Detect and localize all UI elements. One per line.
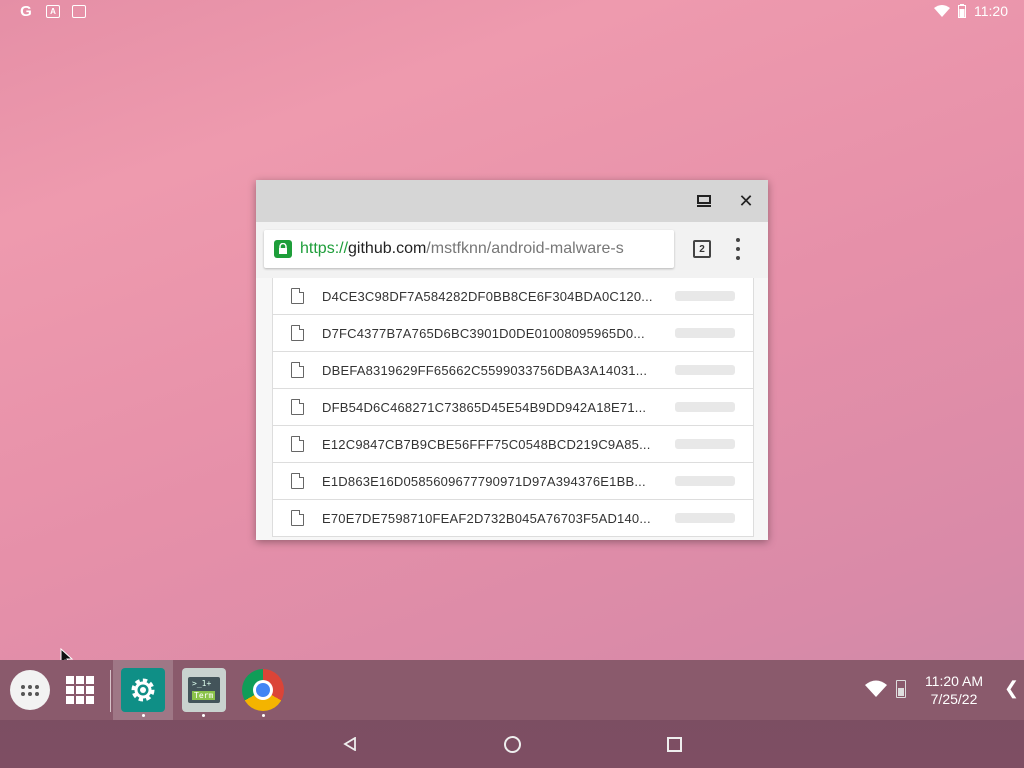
file-name-link[interactable]: D4CE3C98DF7A584282DF0BB8CE6F304BDA0C120.…	[322, 289, 653, 304]
back-button-icon[interactable]	[341, 735, 359, 753]
status-time: 11:20	[974, 3, 1008, 19]
url-host: github.com	[348, 240, 427, 257]
close-icon[interactable]: ✕	[736, 191, 756, 211]
file-name-link[interactable]: DBEFA8319629FF65662C5599033756DBA3A14031…	[322, 363, 647, 378]
commit-message-placeholder	[675, 476, 735, 486]
browser-toolbar: https://github.com/mstfknn/android-malwa…	[256, 222, 768, 279]
file-name-link[interactable]: DFB54D6C468271C73865D45E54B9DD942A18E71.…	[322, 400, 646, 415]
file-row[interactable]: DBEFA8319629FF65662C5599033756DBA3A14031…	[273, 352, 753, 389]
file-icon	[291, 325, 304, 341]
commit-message-placeholder	[675, 513, 735, 523]
browser-window: ✕ https://github.com/mstfknn/android-mal…	[256, 180, 768, 540]
address-bar[interactable]: https://github.com/mstfknn/android-malwa…	[264, 230, 674, 268]
file-name-link[interactable]: E12C9847CB7B9CBE56FFF75C0548BCD219C9A85.…	[322, 437, 651, 452]
file-icon	[291, 510, 304, 526]
file-row[interactable]: E1D863E16D0585609677790971D97A394376E1BB…	[273, 463, 753, 500]
text-icon: A	[46, 4, 60, 18]
tab-switcher-button[interactable]: 2	[693, 240, 711, 258]
url-scheme: https://	[300, 240, 349, 257]
chrome-app-icon[interactable]	[242, 669, 284, 711]
clock-date: 7/25/22	[930, 691, 978, 707]
battery-icon[interactable]	[896, 680, 906, 698]
file-row[interactable]: DFB54D6C468271C73865D45E54B9DD942A18E71.…	[273, 389, 753, 426]
more-menu-icon[interactable]	[734, 238, 742, 260]
running-indicator	[262, 714, 265, 717]
term-label: Term	[192, 691, 216, 700]
navigation-bar	[0, 720, 1024, 768]
page-content: D4CE3C98DF7A584282DF0BB8CE6F304BDA0C120.…	[256, 278, 768, 540]
taskbar: >_1+ Term 11:20 AM 7/25/22 ❮	[0, 660, 1024, 768]
file-row[interactable]: E70E7DE7598710FEAF2D732B045A76703F5AD140…	[273, 500, 753, 537]
file-row[interactable]: D7FC4377B7A765D6BC3901D0DE01008095965D0.…	[273, 315, 753, 352]
home-button-icon[interactable]	[503, 735, 521, 753]
file-row[interactable]: E12C9847CB7B9CBE56FFF75C0548BCD219C9A85.…	[273, 426, 753, 463]
file-list: D4CE3C98DF7A584282DF0BB8CE6F304BDA0C120.…	[272, 278, 754, 537]
file-icon	[291, 362, 304, 378]
photo-icon	[72, 4, 86, 18]
settings-app-icon[interactable]	[121, 668, 165, 712]
wifi-icon	[934, 5, 950, 17]
wifi-icon[interactable]	[865, 680, 887, 698]
taskbar-divider	[110, 670, 111, 712]
running-indicator	[202, 714, 205, 717]
url-path: /mstfknn/android-malware-s	[426, 240, 624, 257]
file-icon	[291, 288, 304, 304]
chevron-left-icon[interactable]: ❮	[1004, 678, 1019, 699]
google-icon: G	[20, 2, 32, 20]
taskbar-clock[interactable]: 11:20 AM 7/25/22	[920, 672, 988, 708]
commit-message-placeholder	[675, 328, 735, 338]
commit-message-placeholder	[675, 291, 735, 301]
status-bar: G A 11:20	[0, 0, 1024, 24]
running-indicator	[142, 714, 145, 717]
recents-button-icon[interactable]	[665, 735, 683, 753]
app-drawer-button[interactable]	[10, 670, 50, 710]
commit-message-placeholder	[675, 402, 735, 412]
overview-grid-icon[interactable]	[66, 676, 94, 704]
url-text[interactable]: https://github.com/mstfknn/android-malwa…	[300, 240, 624, 258]
file-name-link[interactable]: D7FC4377B7A765D6BC3901D0DE01008095965D0.…	[322, 326, 645, 341]
apps-dots-icon	[21, 684, 39, 696]
window-titlebar[interactable]: ✕	[256, 180, 768, 222]
battery-icon	[958, 4, 966, 18]
terminal-app-icon[interactable]: >_1+ Term	[182, 668, 226, 712]
file-icon	[291, 399, 304, 415]
clock-time: 11:20 AM	[924, 673, 984, 689]
file-name-link[interactable]: E1D863E16D0585609677790971D97A394376E1BB…	[322, 474, 646, 489]
file-icon	[291, 473, 304, 489]
commit-message-placeholder	[675, 439, 735, 449]
commit-message-placeholder	[675, 365, 735, 375]
lock-icon	[274, 240, 292, 258]
file-icon	[291, 436, 304, 452]
term-prompt: >_1+	[192, 679, 212, 688]
restore-window-icon[interactable]	[694, 191, 714, 211]
file-name-link[interactable]: E70E7DE7598710FEAF2D732B045A76703F5AD140…	[322, 511, 651, 526]
file-row[interactable]: D4CE3C98DF7A584282DF0BB8CE6F304BDA0C120.…	[273, 278, 753, 315]
